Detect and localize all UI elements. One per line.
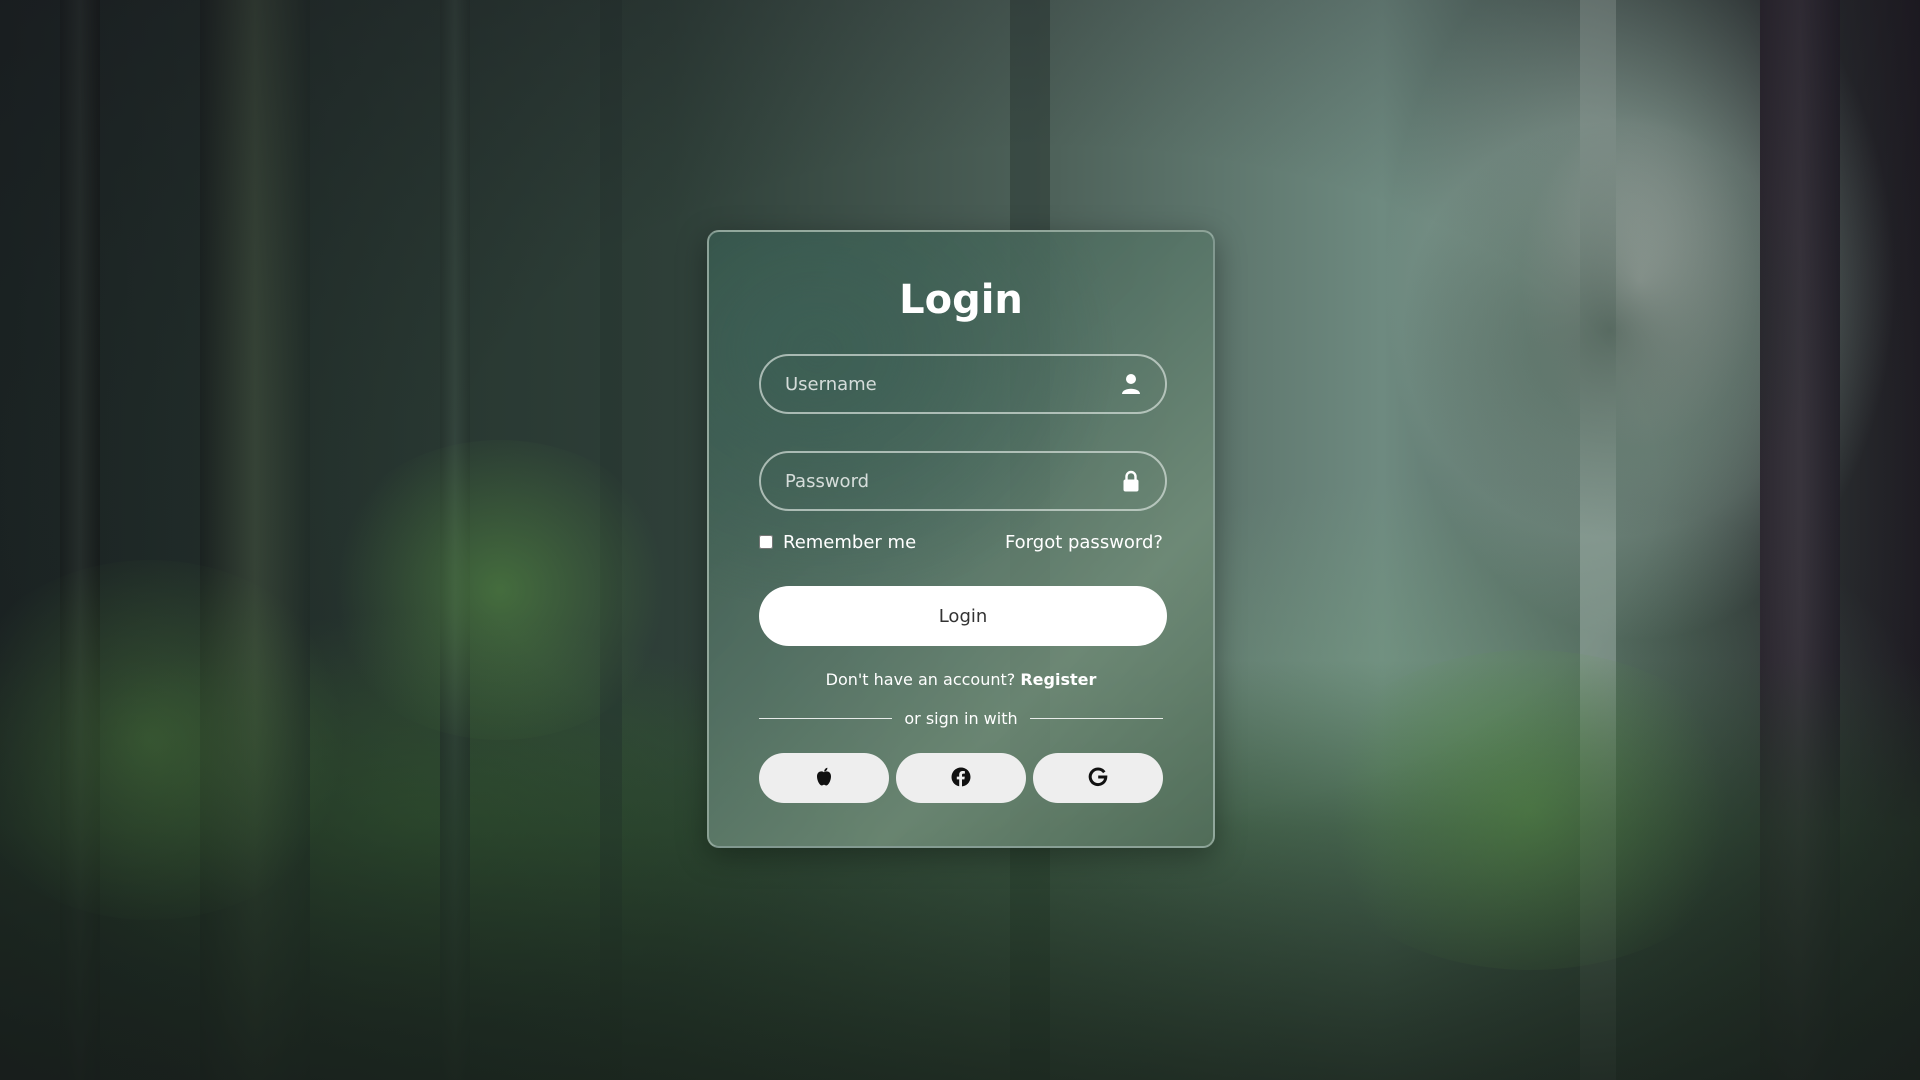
- username-field-wrapper: [759, 354, 1167, 414]
- password-input[interactable]: [761, 453, 1165, 509]
- divider-line: [759, 717, 893, 719]
- foliage: [1300, 650, 1760, 970]
- tree-trunk: [1760, 0, 1840, 1080]
- options-row: Remember me Forgot password?: [759, 528, 1163, 556]
- google-sign-in-button[interactable]: [1033, 753, 1163, 803]
- remember-me[interactable]: Remember me: [759, 532, 916, 553]
- tree-trunk: [60, 0, 100, 1080]
- social-login-buttons: [759, 753, 1163, 803]
- apple-sign-in-button[interactable]: [759, 753, 889, 803]
- tree-trunk: [200, 0, 310, 1080]
- google-icon: [1088, 767, 1108, 790]
- lock-icon: [1119, 469, 1143, 493]
- login-title: Login: [899, 277, 1023, 323]
- login-card: Login Remember me Forgot password? Login…: [707, 230, 1215, 848]
- foliage: [0, 560, 360, 920]
- register-link[interactable]: Register: [1020, 670, 1096, 689]
- apple-icon: [815, 767, 833, 790]
- facebook-sign-in-button[interactable]: [896, 753, 1026, 803]
- divider-line: [1029, 717, 1164, 719]
- foliage: [1400, 120, 1820, 540]
- register-prompt: Don't have an account? Register: [759, 669, 1163, 691]
- forgot-password-link[interactable]: Forgot password?: [1005, 532, 1163, 553]
- username-input[interactable]: [761, 356, 1165, 412]
- social-divider: or sign in with: [759, 707, 1164, 729]
- tree-trunk: [600, 0, 622, 1080]
- divider-text: or sign in with: [904, 708, 1018, 728]
- register-prompt-text: Don't have an account?: [825, 670, 1016, 689]
- foliage: [320, 440, 680, 740]
- password-field-wrapper: [759, 451, 1167, 511]
- user-icon: [1119, 372, 1143, 396]
- tree-trunk: [1580, 0, 1616, 1080]
- login-button[interactable]: Login: [759, 586, 1167, 646]
- facebook-icon: [951, 767, 971, 790]
- remember-me-label: Remember me: [783, 531, 917, 553]
- remember-me-checkbox[interactable]: [759, 535, 773, 549]
- tree-trunk: [440, 0, 470, 1080]
